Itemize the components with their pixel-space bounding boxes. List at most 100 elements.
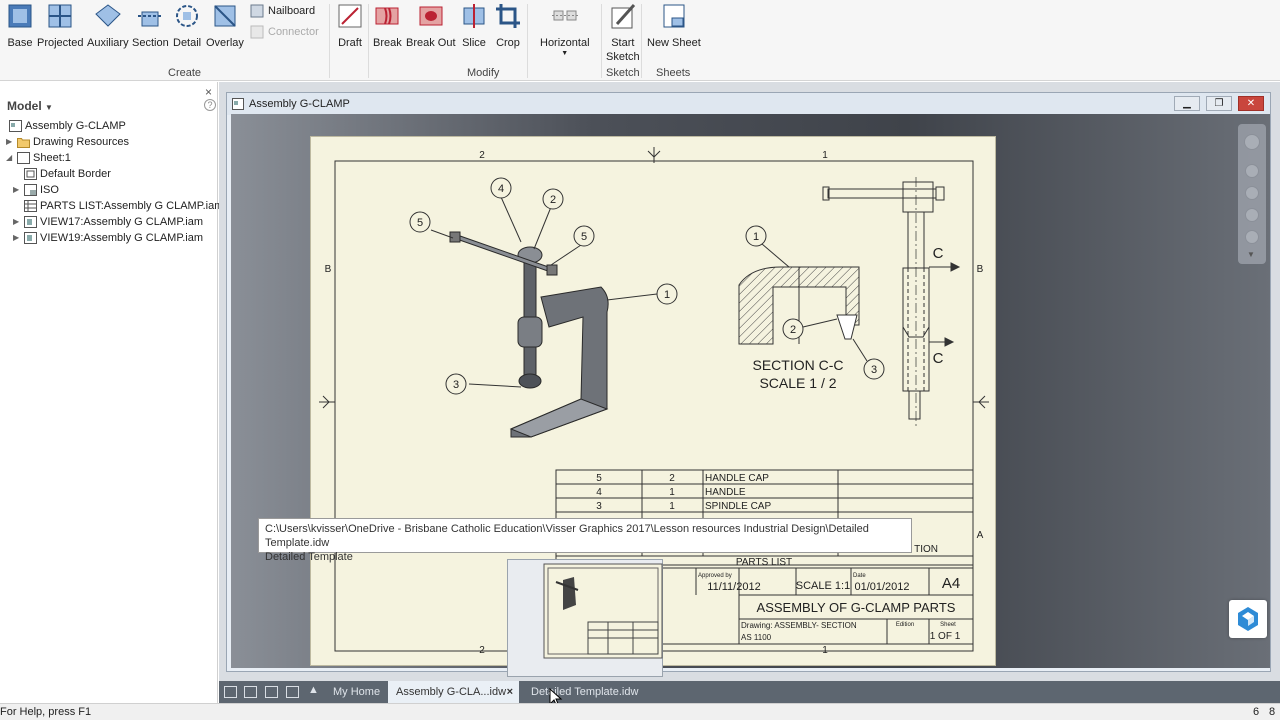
tab-assembly-gclamp[interactable]: Assembly G-CLA...idw × [388,681,519,703]
tile-windows-icon[interactable] [244,686,257,698]
draft-view-button[interactable]: Draft [336,2,364,50]
status-count-right: 8 [1269,706,1276,718]
auxiliary-view-button[interactable]: Auxiliary [87,2,129,50]
tree-item-assembly[interactable]: Assembly G-CLAMP [0,118,218,134]
tree-item-view19[interactable]: ▶ VIEW19:Assembly G CLAMP.iam [0,230,218,246]
pan-hand-icon[interactable] [1245,164,1259,178]
chevron-down-icon[interactable]: ▼ [1247,250,1255,259]
projected-view-icon [48,4,72,28]
close-window-button[interactable]: ✕ [1238,96,1264,111]
svg-text:ASSEMBLY OF G-CLAMP PARTS: ASSEMBLY OF G-CLAMP PARTS [757,600,956,615]
sketch-group-label: Sketch [606,67,640,79]
thumbnail-image [543,563,663,659]
zone-label: A [977,530,984,541]
projected-view-button[interactable]: Projected [37,2,83,50]
ribbon: Base Projected Auxiliary Section Detail … [0,0,1280,81]
table-cell: SPINDLE CAP [705,501,771,512]
status-bar: For Help, press F1 6 8 [0,703,1280,720]
slice-button[interactable]: Slice [460,2,488,50]
tile-vertical-icon[interactable] [286,686,299,698]
tile-horizontal-icon[interactable] [265,686,278,698]
table-cell: TION [914,544,938,555]
svg-text:01/01/2012: 01/01/2012 [854,581,909,593]
parts-list-icon [24,200,37,212]
tab-detailed-template[interactable]: Detailed Template.idw [523,681,646,703]
balloon: 3 [871,364,877,376]
start-sketch-button[interactable]: Start Sketch [606,2,640,64]
collapse-arrow-icon[interactable]: ◢ [6,150,14,166]
group-divider [601,4,602,78]
table-cell: 1 [669,487,675,498]
svg-text:Approved by: Approved by [698,573,732,579]
model-tree: Assembly G-CLAMP ▶ Drawing Resources ◢ S… [0,118,223,246]
svg-text:1 OF 1: 1 OF 1 [930,631,961,642]
zone-label: 1 [822,150,828,161]
tab-list-arrow-icon[interactable]: ▲ [308,684,319,696]
tree-item-sheet[interactable]: ◢ Sheet:1 [0,150,218,166]
balloon: 1 [753,231,759,243]
crop-icon [496,4,520,28]
zoom-icon[interactable] [1245,186,1259,200]
new-sheet-button[interactable]: New Sheet [647,2,701,50]
overlay-view-icon [214,5,236,27]
zone-label: 1 [822,645,828,656]
tree-item-parts-list[interactable]: PARTS LIST:Assembly G CLAMP.iam [0,198,223,214]
base-view-button[interactable]: Base [6,2,34,50]
table-cell: HANDLE [705,487,746,498]
expand-arrow-icon[interactable]: ▶ [13,230,21,246]
close-tab-icon[interactable]: × [507,681,513,703]
nailboard-button[interactable]: Nailboard [250,4,315,18]
tab-my-home[interactable]: My Home [325,681,388,703]
minimize-button[interactable]: ▁ [1174,96,1200,111]
table-cell: 3 [596,501,602,512]
file-path-tooltip: C:\Users\kvisser\OneDrive - Brisbane Cat… [258,518,912,563]
tree-item-view17[interactable]: ▶ VIEW17:Assembly G CLAMP.iam [0,214,218,230]
zoom-window-icon[interactable] [1245,208,1259,222]
drawing-view-icon [24,232,37,244]
communication-center-button[interactable] [1229,600,1267,638]
connector-button[interactable]: Connector [250,25,319,39]
create-group-label: Create [168,67,202,79]
drawing-document-icon [9,120,22,132]
steering-wheel-icon[interactable] [1244,134,1260,150]
document-tab-bar: ▲ My Home Assembly G-CLA...idw × Detaile… [219,681,1280,703]
tree-item-iso[interactable]: ▶ ISO [0,182,218,198]
look-at-icon[interactable] [1245,230,1259,244]
cascade-windows-icon[interactable] [224,686,237,698]
modify-group-label: Modify [467,67,500,79]
border-icon [24,168,37,180]
expand-arrow-icon[interactable]: ▶ [13,182,21,198]
tab-preview-thumbnail[interactable] [507,559,663,677]
close-panel-button[interactable]: × [205,85,212,99]
svg-text:Sheet: Sheet [940,622,956,628]
restore-button[interactable]: ❐ [1206,96,1232,111]
svg-text:11/11/2012: 11/11/2012 [707,581,760,593]
group-divider [368,4,369,78]
svg-text:SCALE 1:1: SCALE 1:1 [796,580,850,592]
break-out-button[interactable]: Break Out [406,2,456,50]
group-divider [641,4,642,78]
overlay-view-button[interactable]: Overlay [206,2,244,50]
help-icon[interactable]: ? [204,99,216,111]
drawing-view-icon [24,216,37,228]
crop-button[interactable]: Crop [494,2,522,50]
minimize-icon: ▁ [1183,98,1191,109]
model-browser: × ? Model ▼ Assembly G-CLAMP ▶ Drawing R… [0,82,223,703]
svg-text:A4: A4 [942,575,960,592]
share-cube-icon [1238,607,1258,631]
group-divider [329,4,330,78]
expand-arrow-icon[interactable]: ▶ [6,134,14,150]
detail-view-button[interactable]: Detail [173,2,201,50]
model-panel-title[interactable]: Model ▼ [7,99,53,113]
tree-item-default-border[interactable]: Default Border [0,166,218,182]
break-button[interactable]: Break [373,2,402,50]
horizontal-align-icon [551,10,578,21]
zone-label: 2 [479,150,485,161]
tree-item-drawing-resources[interactable]: ▶ Drawing Resources [0,134,218,150]
auxiliary-view-icon [95,4,121,27]
section-scale: SCALE 1 / 2 [759,375,836,391]
horizontal-align-button[interactable]: Horizontal ▼ [540,2,590,58]
section-view-button[interactable]: Section [132,2,169,50]
restore-icon: ❐ [1214,98,1224,109]
expand-arrow-icon[interactable]: ▶ [13,214,21,230]
